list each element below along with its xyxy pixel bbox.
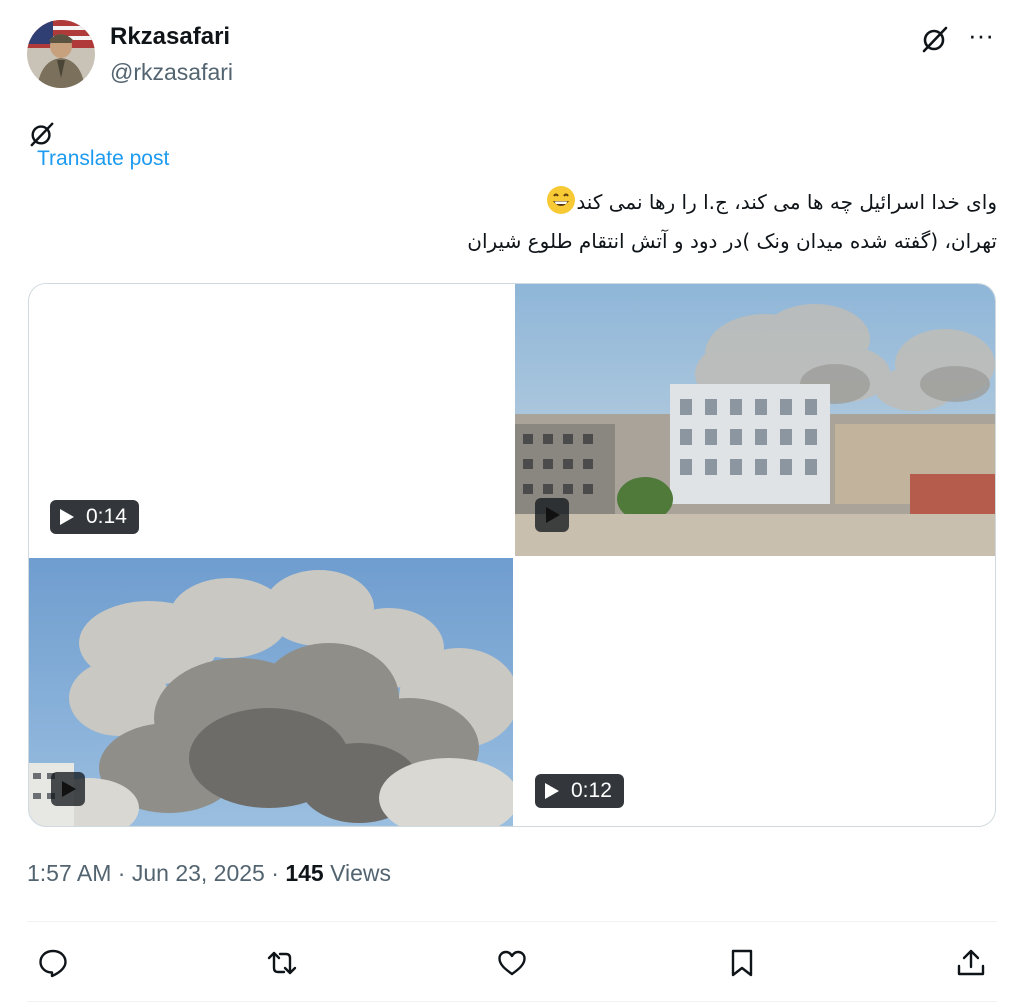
smoke-cloud-image bbox=[29, 558, 513, 826]
post-text-line-2: تهران، (گفته شده میدان ونک )در دود و آتش… bbox=[467, 229, 997, 253]
views-count: 145 bbox=[285, 860, 324, 886]
video-thumbnail-1[interactable]: 0:14 bbox=[29, 284, 513, 556]
play-icon bbox=[545, 783, 559, 799]
avatar[interactable] bbox=[27, 20, 95, 88]
video-duration: 0:14 bbox=[86, 505, 127, 528]
share-button[interactable] bbox=[948, 940, 994, 986]
post-text: وای خدا اسرائیل چه ها می کند، ج.ا را رها… bbox=[297, 183, 997, 261]
video-duration-badge: 0:14 bbox=[50, 500, 139, 534]
video-thumbnail-3[interactable] bbox=[29, 558, 513, 826]
more-icon[interactable]: ··· bbox=[965, 20, 997, 56]
repost-button[interactable] bbox=[259, 940, 305, 986]
post-date[interactable]: Jun 23, 2025 bbox=[132, 860, 265, 886]
divider bbox=[27, 1001, 997, 1002]
post-header: Rkzasafari @rkzasafari ··· bbox=[27, 20, 997, 90]
reply-icon bbox=[39, 949, 67, 978]
grok-icon[interactable] bbox=[921, 24, 949, 54]
meta-separator: · bbox=[271, 860, 279, 886]
repost-icon bbox=[267, 951, 297, 975]
share-icon bbox=[957, 949, 985, 976]
video-duration-badge: 0:12 bbox=[535, 774, 624, 808]
like-icon bbox=[498, 950, 526, 976]
video-play-badge bbox=[535, 498, 569, 532]
reply-button[interactable] bbox=[30, 940, 76, 986]
meta-separator: · bbox=[117, 860, 126, 886]
like-button[interactable] bbox=[489, 940, 535, 986]
post-text-line-1: وای خدا اسرائیل چه ها می کند، ج.ا را رها… bbox=[576, 190, 997, 214]
views-label: Views bbox=[330, 860, 392, 886]
video-thumbnail-4[interactable]: 0:12 bbox=[515, 558, 995, 826]
play-icon bbox=[546, 507, 560, 523]
post-text-line: وای خدا اسرائیل چه ها می کند، ج.ا را رها… bbox=[297, 183, 997, 222]
grinning-face-emoji-icon bbox=[546, 185, 576, 215]
divider bbox=[27, 921, 997, 922]
play-icon bbox=[60, 509, 74, 525]
bookmark-button[interactable] bbox=[719, 940, 765, 986]
grok-icon[interactable] bbox=[29, 120, 55, 148]
action-bar bbox=[27, 940, 997, 986]
bookmark-icon bbox=[731, 949, 753, 977]
post-meta: 1:57 AM · Jun 23, 2025 · 145 Views bbox=[27, 860, 391, 887]
city-smoke-image bbox=[515, 284, 995, 556]
translate-post-link[interactable]: Translate post bbox=[37, 147, 169, 171]
video-play-badge bbox=[51, 772, 85, 806]
media-grid: 0:14 0:12 bbox=[28, 283, 996, 827]
post-time[interactable]: 1:57 AM bbox=[27, 860, 111, 886]
user-handle[interactable]: @rkzasafari bbox=[110, 59, 233, 86]
video-duration: 0:12 bbox=[571, 779, 612, 802]
play-icon bbox=[62, 781, 76, 797]
video-thumbnail-2[interactable] bbox=[515, 284, 995, 556]
display-name[interactable]: Rkzasafari bbox=[110, 23, 230, 51]
